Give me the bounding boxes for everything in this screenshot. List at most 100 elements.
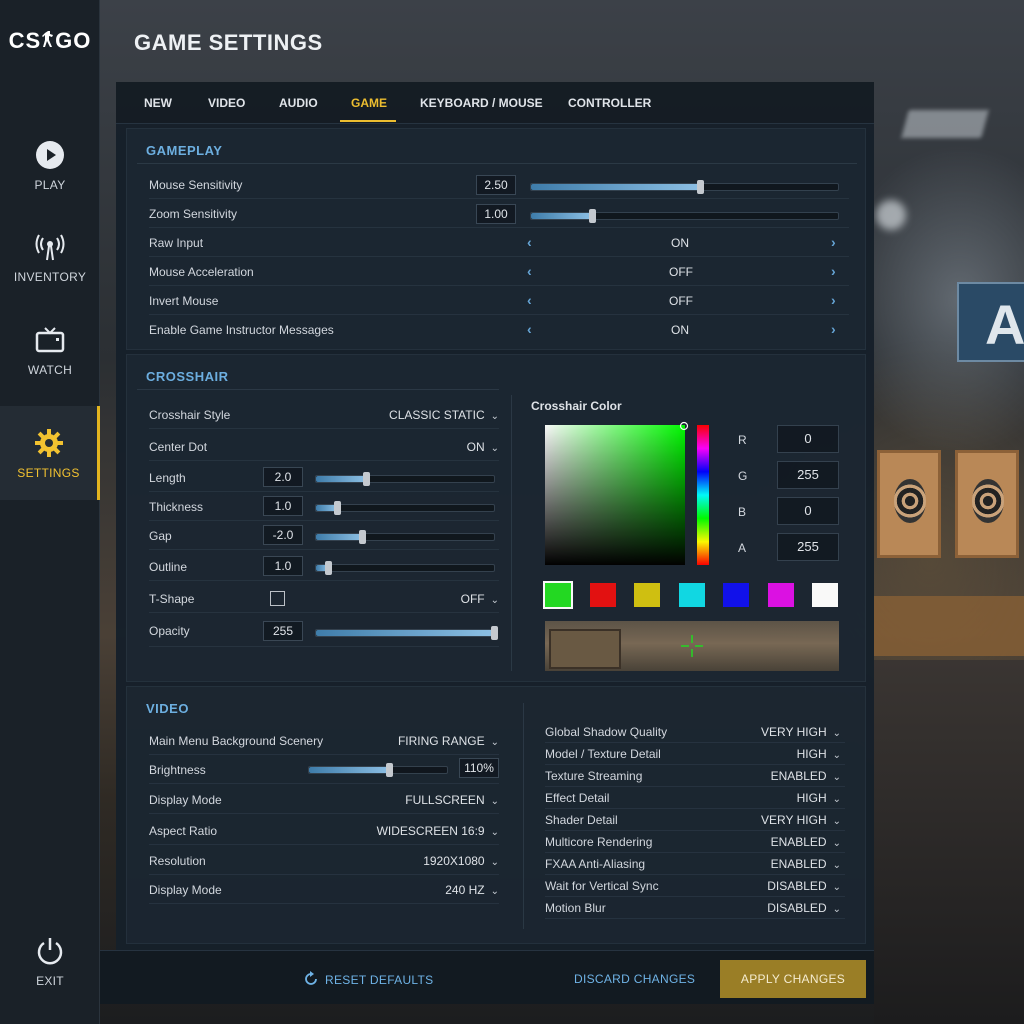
gap-input[interactable]: -2.0 xyxy=(263,525,303,545)
color-swatch[interactable] xyxy=(589,583,616,607)
setting-label: Invert Mouse xyxy=(149,294,219,308)
hue-slider[interactable] xyxy=(697,425,709,565)
t-shape-dropdown[interactable]: OFF ⌄ xyxy=(461,592,499,606)
aspect-ratio-row: Aspect Ratio WIDESCREEN 16:9 ⌄ xyxy=(149,817,499,845)
video-setting-dropdown[interactable]: DISABLED ⌄ xyxy=(767,879,841,893)
color-swatch[interactable] xyxy=(634,583,660,607)
sidebar-item-label: PLAY xyxy=(34,178,66,192)
refresh-rate-dropdown[interactable]: 240 HZ ⌄ xyxy=(445,883,499,897)
tab-audio[interactable]: AUDIO xyxy=(279,96,318,110)
tab-game[interactable]: GAME xyxy=(351,96,387,110)
length-input[interactable]: 2.0 xyxy=(263,467,303,487)
brightness-input[interactable]: 110% xyxy=(459,758,499,778)
chevron-right-icon[interactable]: › xyxy=(831,321,836,337)
ceiling-light xyxy=(901,110,989,138)
chevron-left-icon[interactable]: ‹ xyxy=(527,263,532,279)
slider-handle[interactable] xyxy=(589,209,597,223)
red-input[interactable]: 0 xyxy=(777,425,839,453)
section-divider xyxy=(137,163,857,164)
mouse-sensitivity-input[interactable]: 2.50 xyxy=(476,175,516,195)
setting-label: Display Mode xyxy=(149,793,222,807)
crosshair-style-dropdown[interactable]: CLASSIC STATIC ⌄ xyxy=(389,408,499,422)
slider-handle[interactable] xyxy=(359,530,367,544)
outline-slider[interactable] xyxy=(315,561,495,575)
video-setting-dropdown[interactable]: HIGH ⌄ xyxy=(797,747,841,761)
display-mode-dropdown[interactable]: FULLSCREEN ⌄ xyxy=(405,793,499,807)
thickness-slider[interactable] xyxy=(315,501,495,515)
sidebar: CS GO PLAY INVENTORY WATCH SETTINGS EXIT xyxy=(0,0,100,1024)
color-swatch[interactable] xyxy=(543,581,573,609)
slider-handle[interactable] xyxy=(696,180,704,194)
exit-button[interactable]: EXIT xyxy=(0,936,100,1024)
color-swatch[interactable] xyxy=(767,583,794,607)
color-gradient-picker[interactable] xyxy=(545,425,685,565)
color-swatch[interactable] xyxy=(678,583,705,607)
chevron-down-icon: ⌄ xyxy=(490,411,499,422)
apply-changes-button[interactable]: APPLY CHANGES xyxy=(720,960,866,998)
video-setting-dropdown[interactable]: ENABLED ⌄ xyxy=(771,769,841,783)
t-shape-checkbox[interactable] xyxy=(270,591,285,606)
tab-keyboard-mouse[interactable]: KEYBOARD / MOUSE xyxy=(420,96,543,110)
opacity-slider[interactable] xyxy=(315,626,498,640)
green-input[interactable]: 255 xyxy=(777,461,839,489)
video-setting-dropdown[interactable]: VERY HIGH ⌄ xyxy=(761,813,841,827)
center-dot-dropdown[interactable]: ON ⌄ xyxy=(467,440,499,454)
sidebar-item-settings[interactable]: SETTINGS xyxy=(0,406,100,500)
slider-handle[interactable] xyxy=(362,472,370,486)
setting-label: Zoom Sensitivity xyxy=(149,207,238,221)
slider-handle[interactable] xyxy=(491,626,498,640)
alpha-input[interactable]: 255 xyxy=(777,533,839,561)
chevron-right-icon[interactable]: › xyxy=(831,263,836,279)
tab-bar: NEW VIDEO AUDIO GAME KEYBOARD / MOUSE CO… xyxy=(116,82,874,124)
video-setting-row: Global Shadow Quality VERY HIGH ⌄ xyxy=(545,721,845,743)
chevron-down-icon: ⌄ xyxy=(490,443,499,454)
length-slider[interactable] xyxy=(315,472,495,486)
video-setting-dropdown[interactable]: ENABLED ⌄ xyxy=(771,857,841,871)
crosshair-color-title: Crosshair Color xyxy=(531,399,622,413)
slider-handle[interactable] xyxy=(386,763,394,777)
gap-slider[interactable] xyxy=(315,530,495,544)
mouse-sensitivity-slider[interactable] xyxy=(530,180,839,194)
setting-label: Main Menu Background Scenery xyxy=(149,734,324,748)
color-swatch[interactable] xyxy=(812,583,838,607)
sidebar-item-play[interactable]: PLAY xyxy=(0,140,100,232)
tab-controller[interactable]: CONTROLLER xyxy=(568,96,651,110)
slider-handle[interactable] xyxy=(334,501,342,515)
tab-video[interactable]: VIDEO xyxy=(208,96,245,110)
video-setting-row: Multicore Rendering ENABLED ⌄ xyxy=(545,831,845,853)
chevron-left-icon[interactable]: ‹ xyxy=(527,292,532,308)
opacity-input[interactable]: 255 xyxy=(263,621,303,641)
opacity-row: Opacity 255 xyxy=(149,617,499,647)
chevron-right-icon[interactable]: › xyxy=(831,234,836,250)
gear-icon xyxy=(34,429,63,457)
sidebar-item-inventory[interactable]: INVENTORY xyxy=(0,232,100,324)
reset-defaults-button[interactable]: RESET DEFAULTS xyxy=(303,971,433,987)
preview-crate xyxy=(549,629,621,669)
chevron-down-icon: ⌄ xyxy=(832,772,841,783)
video-setting-dropdown[interactable]: HIGH ⌄ xyxy=(797,791,841,805)
video-setting-dropdown[interactable]: VERY HIGH ⌄ xyxy=(761,725,841,739)
blue-input[interactable]: 0 xyxy=(777,497,839,525)
brightness-slider[interactable] xyxy=(308,763,448,777)
zoom-sensitivity-slider[interactable] xyxy=(530,209,839,223)
video-setting-dropdown[interactable]: DISABLED ⌄ xyxy=(767,901,841,915)
aspect-ratio-dropdown[interactable]: WIDESCREEN 16:9 ⌄ xyxy=(377,824,499,838)
chevron-left-icon[interactable]: ‹ xyxy=(527,321,532,337)
background-scenery-dropdown[interactable]: FIRING RANGE ⌄ xyxy=(398,734,499,748)
discard-changes-button[interactable]: DISCARD CHANGES xyxy=(574,972,695,986)
power-icon xyxy=(37,938,63,965)
chevron-left-icon[interactable]: ‹ xyxy=(527,234,532,250)
chevron-down-icon: ⌄ xyxy=(490,886,499,897)
video-setting-dropdown[interactable]: ENABLED ⌄ xyxy=(771,835,841,849)
sidebar-item-watch[interactable]: WATCH xyxy=(0,325,100,417)
resolution-dropdown[interactable]: 1920X1080 ⌄ xyxy=(423,854,499,868)
zoom-sensitivity-input[interactable]: 1.00 xyxy=(476,204,516,224)
setting-label: Multicore Rendering xyxy=(545,835,653,849)
slider-handle[interactable] xyxy=(325,561,333,575)
tab-new[interactable]: NEW xyxy=(144,96,172,110)
picker-handle[interactable] xyxy=(679,421,689,431)
thickness-input[interactable]: 1.0 xyxy=(263,496,303,516)
color-swatch[interactable] xyxy=(723,583,749,607)
chevron-right-icon[interactable]: › xyxy=(831,292,836,308)
outline-input[interactable]: 1.0 xyxy=(263,556,303,576)
